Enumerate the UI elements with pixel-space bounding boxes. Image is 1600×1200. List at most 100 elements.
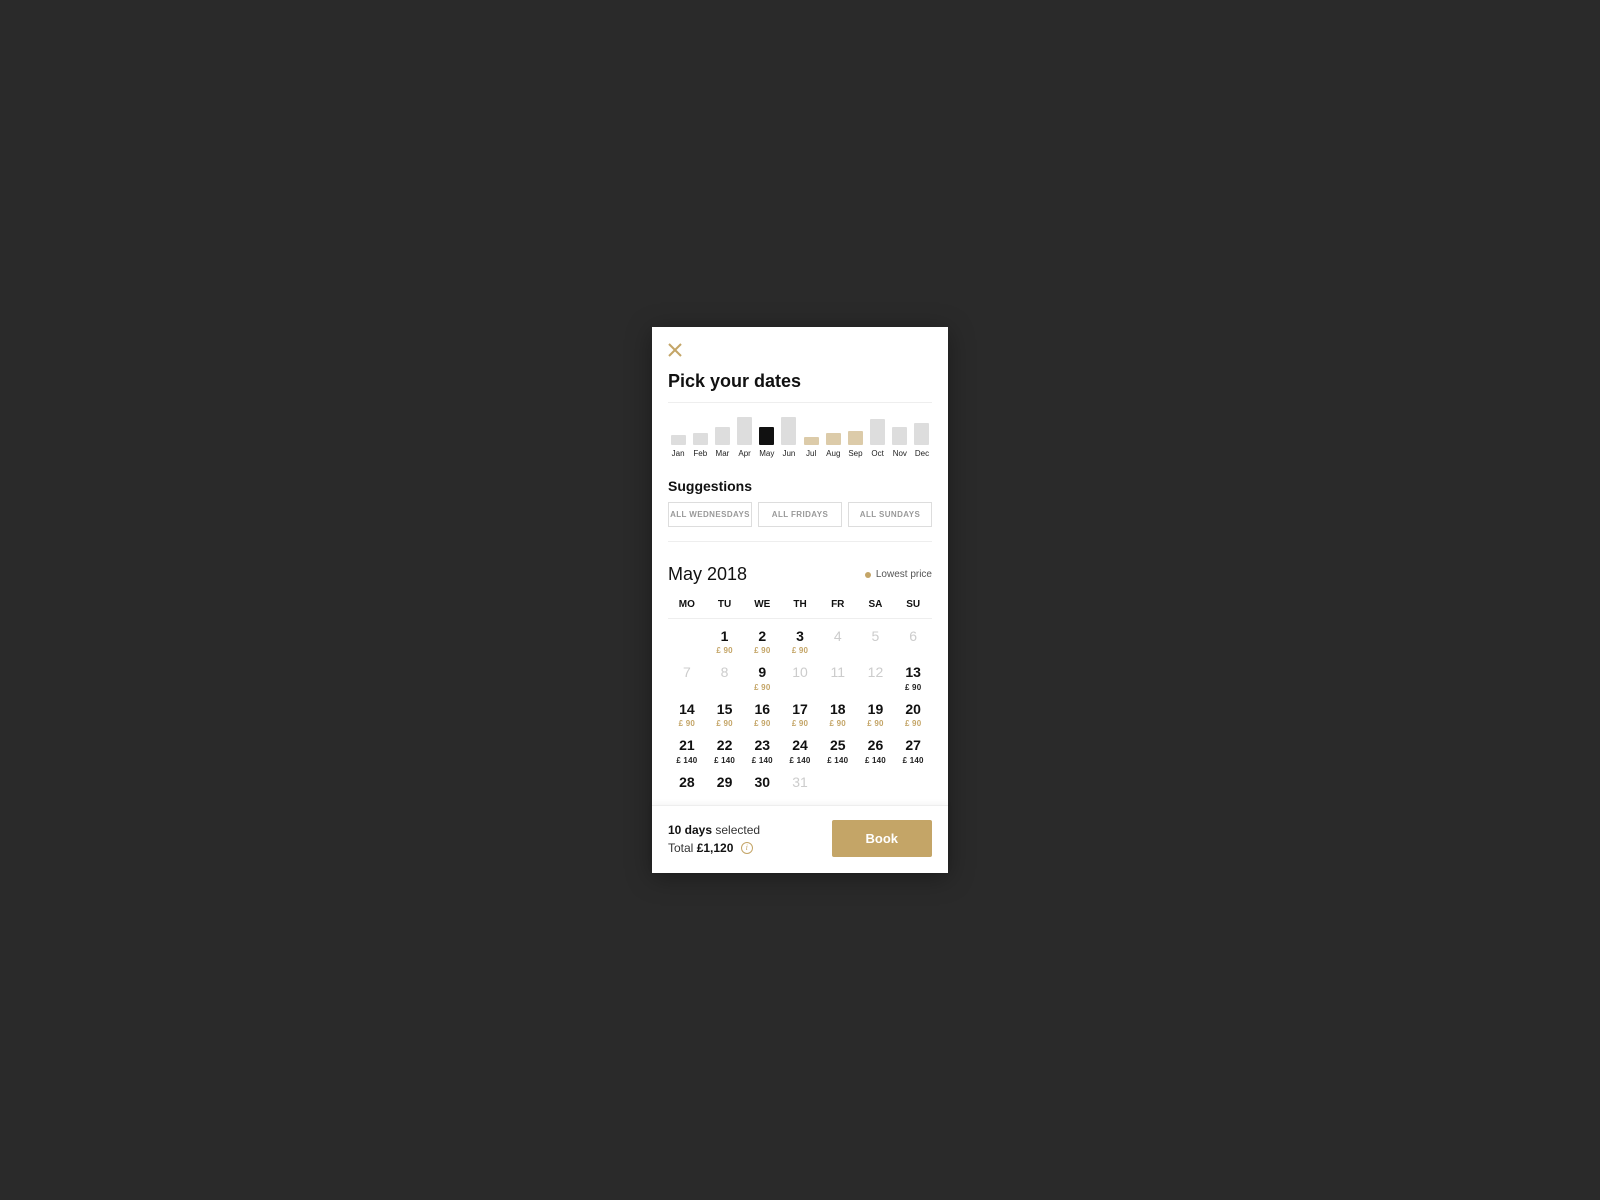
month-apr[interactable]: Apr [735, 417, 755, 458]
calendar-row: 1£ 902£ 903£ 90456 [668, 629, 932, 655]
month-bar [848, 431, 863, 445]
day-price: £ 90 [754, 646, 770, 655]
calendar-day-29[interactable]: 29 [706, 775, 744, 790]
month-feb[interactable]: Feb [690, 433, 710, 458]
calendar-day-8: 8 [706, 665, 744, 691]
day-price: £ 140 [714, 756, 735, 765]
day-number: 22 [717, 738, 733, 753]
calendar-grid: 1£ 902£ 903£ 90456789£ 9010111213£ 9014£… [668, 619, 932, 805]
dow-sa: SA [857, 599, 895, 610]
calendar-day-30[interactable]: 30 [743, 775, 781, 790]
calendar-day-18[interactable]: 18£ 90 [819, 702, 857, 728]
calendar-day-19[interactable]: 19 £ 90 [857, 702, 895, 728]
calendar-day-11: 11 [819, 665, 857, 691]
calendar-day-22[interactable]: 22 £ 140 [706, 738, 744, 764]
suggestion-all-sundays[interactable]: ALL SUNDAYS [848, 502, 932, 527]
day-number: 10 [792, 665, 808, 680]
calendar-row: 28293031 [668, 775, 932, 790]
day-number: 6 [909, 629, 917, 644]
month-label: Dec [915, 449, 929, 458]
dow-th: TH [781, 599, 819, 610]
day-price: £ 90 [792, 646, 808, 655]
calendar-day-27[interactable]: 27£ 140 [894, 738, 932, 764]
month-label: Jan [672, 449, 685, 458]
month-bar [715, 427, 730, 445]
day-number: 19 [868, 702, 884, 717]
calendar-day-20[interactable]: 20 £ 90 [894, 702, 932, 728]
total-amount: £1,120 [697, 841, 734, 855]
month-sep[interactable]: Sep [845, 431, 865, 458]
month-bar [804, 437, 819, 445]
day-number: 8 [721, 665, 729, 680]
calendar-day-16[interactable]: 16 £ 90 [743, 702, 781, 728]
day-number: 9 [758, 665, 766, 680]
month-jun[interactable]: Jun [779, 417, 799, 458]
calendar-day-3[interactable]: 3 £ 90 [781, 629, 819, 655]
calendar-empty-cell [857, 775, 895, 790]
calendar-day-13[interactable]: 13£ 90 [894, 665, 932, 691]
calendar-day-23[interactable]: 23 £ 140 [743, 738, 781, 764]
calendar-day-17[interactable]: 17£ 90 [781, 702, 819, 728]
day-price: £ 90 [905, 719, 921, 728]
calendar-row: 21£ 14022£ 14023£ 14024£ 14025£ 14026£ 1… [668, 738, 932, 764]
day-number: 11 [830, 665, 845, 680]
month-bar [759, 427, 774, 445]
day-number: 20 [905, 702, 921, 717]
day-number: 14 [679, 702, 695, 717]
month-nov[interactable]: Nov [890, 427, 910, 458]
calendar-day-7: 7 [668, 665, 706, 691]
calendar-day-2[interactable]: 2£ 90 [743, 629, 781, 655]
calendar-row: 789£ 9010111213£ 90 [668, 665, 932, 691]
page-title: Pick your dates [668, 371, 932, 403]
day-price: £ 140 [827, 756, 848, 765]
month-bar [826, 433, 841, 445]
month-aug[interactable]: Aug [823, 433, 843, 458]
calendar-day-26[interactable]: 26 £ 140 [857, 738, 895, 764]
month-bar [892, 427, 907, 445]
month-jul[interactable]: Jul [801, 437, 821, 458]
month-may[interactable]: May [757, 427, 777, 458]
lowest-price-label: Lowest price [876, 569, 932, 580]
calendar-day-1[interactable]: 1 £ 90 [706, 629, 744, 655]
day-price: £ 90 [716, 646, 732, 655]
calendar-day-31: 31 [781, 775, 819, 790]
close-button[interactable] [668, 343, 682, 357]
calendar-day-25[interactable]: 25£ 140 [819, 738, 857, 764]
calendar-day-14[interactable]: 14£ 90 [668, 702, 706, 728]
suggestion-all-wednesdays[interactable]: ALL WEDNESDAYS [668, 502, 752, 527]
calendar-day-10: 10 [781, 665, 819, 691]
dow-we: WE [743, 599, 781, 610]
month-dec[interactable]: Dec [912, 423, 932, 458]
day-number: 3 [796, 629, 804, 644]
calendar-day-21[interactable]: 21£ 140 [668, 738, 706, 764]
lowest-price-legend: Lowest price [865, 569, 932, 580]
calendar-day-9[interactable]: 9£ 90 [743, 665, 781, 691]
month-jan[interactable]: Jan [668, 435, 688, 458]
book-button[interactable]: Book [832, 820, 933, 857]
day-number: 27 [905, 738, 921, 753]
day-number: 13 [905, 665, 921, 680]
calendar-day-15[interactable]: 15£ 90 [706, 702, 744, 728]
day-price: £ 140 [752, 756, 773, 765]
month-label: Aug [826, 449, 840, 458]
day-number: 16 [755, 702, 771, 717]
month-mar[interactable]: Mar [712, 427, 732, 458]
day-price: £ 90 [867, 719, 883, 728]
day-number: 7 [683, 665, 691, 680]
day-price: £ 90 [754, 719, 770, 728]
calendar-day-5: 5 [857, 629, 895, 655]
day-number: 23 [755, 738, 771, 753]
month-bar [671, 435, 686, 445]
calendar-day-28[interactable]: 28 [668, 775, 706, 790]
month-label: Feb [693, 449, 707, 458]
day-number: 1 [721, 629, 729, 644]
day-price: £ 140 [865, 756, 886, 765]
month-label: Nov [893, 449, 907, 458]
info-icon[interactable]: i [741, 842, 753, 854]
calendar-day-24[interactable]: 24£ 140 [781, 738, 819, 764]
day-price: £ 140 [790, 756, 811, 765]
suggestion-all-fridays[interactable]: ALL FRIDAYS [758, 502, 842, 527]
day-price: £ 140 [676, 756, 697, 765]
day-number: 26 [868, 738, 884, 753]
month-oct[interactable]: Oct [868, 419, 888, 458]
